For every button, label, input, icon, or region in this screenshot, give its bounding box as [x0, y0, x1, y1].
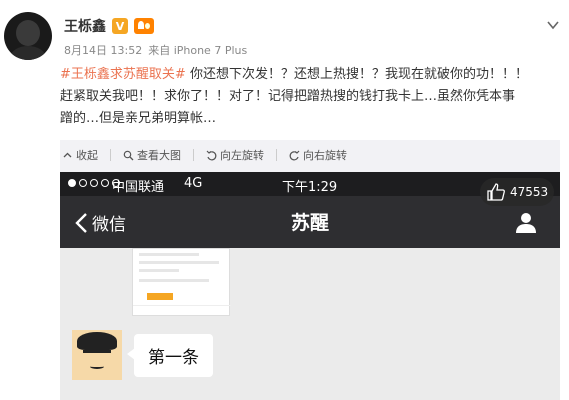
like-counter[interactable]: 47553 — [480, 178, 554, 206]
post-date[interactable]: 8月14日 13:52 — [64, 42, 142, 58]
message-bubble[interactable]: 第一条 — [127, 333, 213, 377]
like-count: 47553 — [510, 185, 549, 199]
rotate-right-button[interactable]: 向右旋转 — [289, 147, 347, 163]
view-large-label: 查看大图 — [137, 149, 181, 162]
collapse-icon — [63, 152, 72, 157]
rotate-left-button[interactable]: 向左旋转 — [206, 147, 264, 163]
sender-avatar[interactable] — [72, 330, 122, 380]
thumbs-up-icon — [487, 183, 505, 201]
rotate-right-icon — [289, 150, 300, 160]
chat-nav-bar: 微信 苏醒 — [60, 196, 560, 248]
hashtag-link[interactable]: #王栎鑫求苏醒取关# — [60, 67, 186, 82]
post-body-line1: 你还想下次发！？还想上热搜！？我现在就破你的功！！！ — [189, 67, 528, 82]
weibo-post: 王栎鑫 V 8月14日 13:52 来自 iPhone 7 Plus #王栎鑫求… — [0, 0, 569, 400]
toolbar-divider — [193, 149, 194, 161]
shared-image-thumbnail[interactable] — [132, 248, 231, 316]
media-panel: 收起 查看大图 向左旋转 向右旋转 中国联通 4G 下午1:29 47553 微… — [60, 140, 560, 400]
carrier-name: 中国联通 — [112, 180, 165, 195]
post-source: 来自 iPhone 7 Plus — [148, 44, 248, 57]
name-row: 王栎鑫 V — [64, 16, 154, 36]
status-time: 下午1:29 — [282, 180, 338, 195]
toolbar-divider — [276, 149, 277, 161]
rotate-left-label: 向左旋转 — [220, 149, 264, 162]
rotate-left-icon — [206, 150, 217, 160]
member-badge-icon — [134, 18, 154, 34]
thumbnail-footer — [133, 305, 231, 315]
chevron-down-icon[interactable] — [546, 18, 560, 32]
thumbnail-highlight — [147, 293, 173, 300]
wechat-screenshot[interactable]: 中国联通 4G 下午1:29 47553 微信 苏醒 第一条 — [60, 172, 560, 400]
collapse-label: 收起 — [76, 149, 98, 162]
post-body-line2: 赶紧取关我吧！！求你了！！对了！记得把蹭热搜的钱打我卡上…虽然你凭本事 — [60, 89, 516, 104]
rotate-right-label: 向右旋转 — [303, 149, 347, 162]
media-toolbar: 收起 查看大图 向左旋转 向右旋转 — [60, 140, 560, 170]
post-meta: 8月14日 13:52 来自 iPhone 7 Plus — [64, 42, 247, 58]
chat-title: 苏醒 — [290, 212, 329, 234]
network-type: 4G — [184, 176, 203, 191]
zoom-icon — [123, 150, 134, 160]
user-avatar[interactable] — [4, 12, 52, 60]
chat-message: 第一条 — [72, 330, 213, 380]
collapse-button[interactable]: 收起 — [62, 147, 98, 163]
post-text: #王栎鑫求苏醒取关# 你还想下次发！？还想上热搜！？我现在就破你的功！！！ 赶紧… — [60, 64, 560, 130]
view-large-button[interactable]: 查看大图 — [123, 147, 181, 163]
toolbar-divider — [110, 149, 111, 161]
profile-icon[interactable] — [514, 210, 538, 234]
username[interactable]: 王栎鑫 — [64, 16, 106, 36]
verified-badge: V — [112, 18, 128, 34]
post-body-line3: 蹭的…但是亲兄弟明算帐… — [60, 111, 217, 126]
